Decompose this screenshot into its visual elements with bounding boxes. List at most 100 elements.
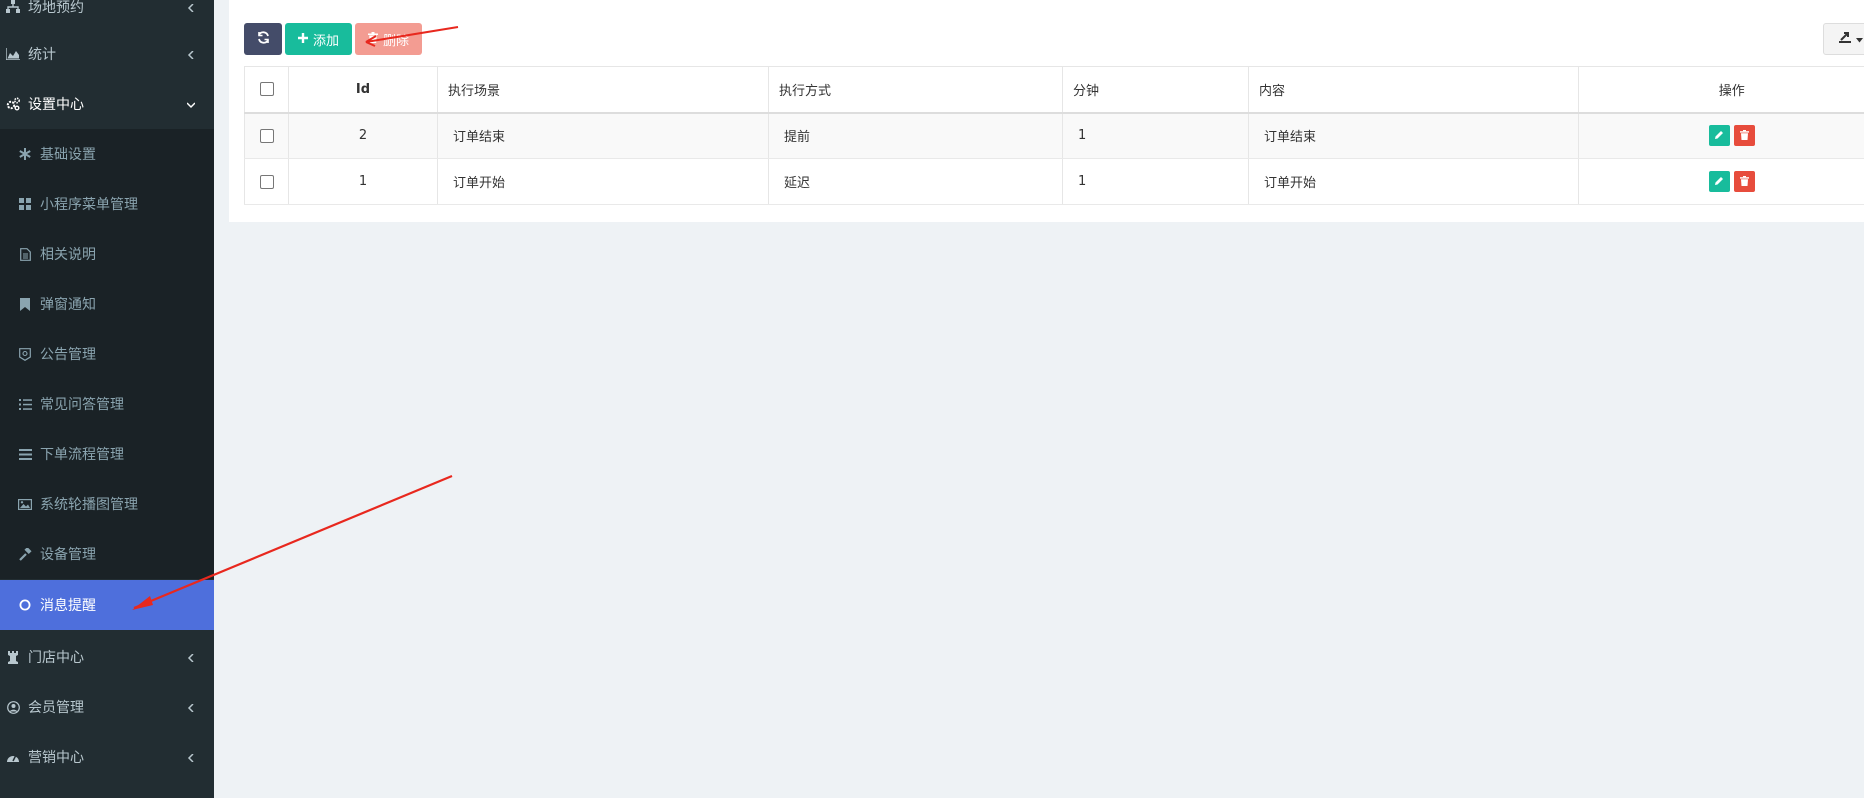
sidebar-item-carousel[interactable]: 系统轮播图管理 [0, 479, 214, 529]
bookmark-icon [18, 297, 32, 311]
th-large-icon [18, 197, 32, 211]
sidebar-item-label: 会员管理 [28, 700, 84, 716]
delete-button[interactable]: 删除 [355, 23, 422, 55]
select-all-cell [244, 66, 289, 114]
sidebar-item-basic-settings[interactable]: 基础设置 [0, 129, 214, 179]
chevron-left-icon [186, 703, 196, 713]
add-button[interactable]: 添加 [285, 23, 352, 55]
sidebar-item-label: 常见问答管理 [40, 397, 124, 413]
chess-rook-icon [6, 650, 20, 664]
row-checkbox[interactable] [259, 128, 274, 143]
cell-minutes: 1 [1062, 112, 1249, 159]
cell-id: 2 [288, 112, 438, 159]
sidebar-item-label: 系统轮播图管理 [40, 497, 138, 513]
sidebar-item-announcements[interactable]: 公告管理 [0, 329, 214, 379]
trash-icon [367, 31, 378, 47]
row-select-cell [244, 112, 289, 159]
edit-row-button[interactable] [1708, 125, 1730, 147]
sidebar-item-label: 场地预约 [28, 0, 84, 16]
sidebar-item-miniprogram-menu[interactable]: 小程序菜单管理 [0, 179, 214, 229]
sidebar-item-label: 下单流程管理 [40, 447, 124, 463]
sidebar-item-marketing-center[interactable]: 营销中心 [0, 732, 214, 782]
sidebar-item-faq[interactable]: 常见问答管理 [0, 379, 214, 429]
sidebar-item-label: 相关说明 [40, 247, 96, 263]
sidebar-item-label: 基础设置 [40, 147, 96, 163]
plus-icon [297, 32, 308, 47]
sidebar-item-label: 门店中心 [28, 650, 84, 666]
cell-minutes: 1 [1062, 158, 1249, 205]
column-header-actions: 操作 [1578, 66, 1864, 114]
area-chart-icon [6, 47, 20, 61]
sidebar-item-settings-center[interactable]: 设置中心 [0, 79, 214, 129]
cell-id: 1 [288, 158, 438, 205]
circle-o-icon [18, 598, 32, 612]
column-header-scene[interactable]: 执行场景 [437, 66, 769, 114]
sitemap-icon [6, 0, 20, 14]
gavel-icon [18, 547, 32, 561]
sidebar-item-label: 设置中心 [28, 97, 84, 113]
sidebar-item-statistics[interactable]: 统计 [0, 29, 214, 79]
cell-scene: 订单结束 [437, 112, 769, 159]
edit-row-button[interactable] [1708, 171, 1730, 192]
delete-row-button[interactable] [1733, 171, 1755, 192]
add-button-label: 添加 [312, 33, 339, 49]
sidebar-item-label: 消息提醒 [40, 598, 96, 614]
asterisk-icon [18, 147, 32, 161]
cell-content: 订单结束 [1248, 112, 1579, 159]
cell-mode: 延迟 [768, 158, 1063, 205]
row-checkbox[interactable] [259, 174, 274, 189]
sidebar-item-label: 弹窗通知 [40, 297, 96, 313]
cell-scene: 订单开始 [437, 158, 769, 205]
export-dropdown-button[interactable] [1823, 23, 1864, 55]
column-header-mode[interactable]: 执行方式 [768, 66, 1063, 114]
caret-down-icon [1856, 31, 1863, 47]
dashboard-icon [6, 750, 20, 764]
cell-content: 订单开始 [1248, 158, 1579, 205]
file-text-icon [18, 247, 32, 261]
delete-row-button[interactable] [1733, 125, 1755, 147]
sidebar-item-venue-booking[interactable]: 场地预约 [0, 0, 214, 32]
cell-mode: 提前 [768, 112, 1063, 159]
badge-icon [18, 347, 32, 361]
sidebar-item-devices[interactable]: 设备管理 [0, 529, 214, 579]
cell-actions [1578, 158, 1864, 205]
table-row: 2 订单结束 提前 1 订单结束 [244, 112, 1864, 159]
sidebar-item-store-center[interactable]: 门店中心 [0, 632, 214, 682]
sidebar-item-label: 小程序菜单管理 [40, 197, 138, 213]
chevron-down-icon [186, 100, 196, 110]
sidebar-item-message-reminder[interactable]: 消息提醒 [0, 580, 214, 630]
chevron-left-icon [186, 3, 196, 13]
export-icon [1838, 31, 1852, 48]
sidebar-item-popup-notice[interactable]: 弹窗通知 [0, 279, 214, 329]
cogs-icon [6, 97, 20, 111]
refresh-button[interactable] [244, 23, 282, 55]
column-header-id[interactable]: Id [288, 66, 438, 114]
bars-icon [18, 447, 32, 461]
select-all-checkbox[interactable] [259, 82, 274, 97]
user-circle-icon [6, 700, 20, 714]
table-row: 1 订单开始 延迟 1 订单开始 [244, 158, 1864, 205]
sidebar-item-member-management[interactable]: 会员管理 [0, 682, 214, 732]
trash-icon [1739, 174, 1749, 189]
column-header-content[interactable]: 内容 [1248, 66, 1579, 114]
pencil-icon [1714, 174, 1724, 189]
sidebar-item-label: 营销中心 [28, 750, 84, 766]
image-icon [18, 497, 32, 511]
row-select-cell [244, 158, 289, 205]
sidebar-item-label: 公告管理 [40, 347, 96, 363]
sidebar-item-label: 统计 [28, 47, 56, 63]
column-header-minutes[interactable]: 分钟 [1062, 66, 1249, 114]
refresh-icon [257, 30, 270, 48]
sidebar-item-order-process[interactable]: 下单流程管理 [0, 429, 214, 479]
delete-button-label: 删除 [382, 33, 409, 49]
chevron-left-icon [186, 753, 196, 763]
message-reminder-table: Id 执行场景 执行方式 分钟 内容 操作 2 订单结束 提前 1 订单结束 1… [244, 66, 1864, 205]
list-icon [18, 397, 32, 411]
table-header-row: Id 执行场景 执行方式 分钟 内容 操作 [244, 66, 1864, 114]
pencil-icon [1714, 128, 1724, 143]
cell-actions [1578, 112, 1864, 159]
trash-icon [1739, 128, 1749, 143]
sidebar-item-instructions[interactable]: 相关说明 [0, 229, 214, 279]
chevron-left-icon [186, 50, 196, 60]
chevron-left-icon [186, 653, 196, 663]
